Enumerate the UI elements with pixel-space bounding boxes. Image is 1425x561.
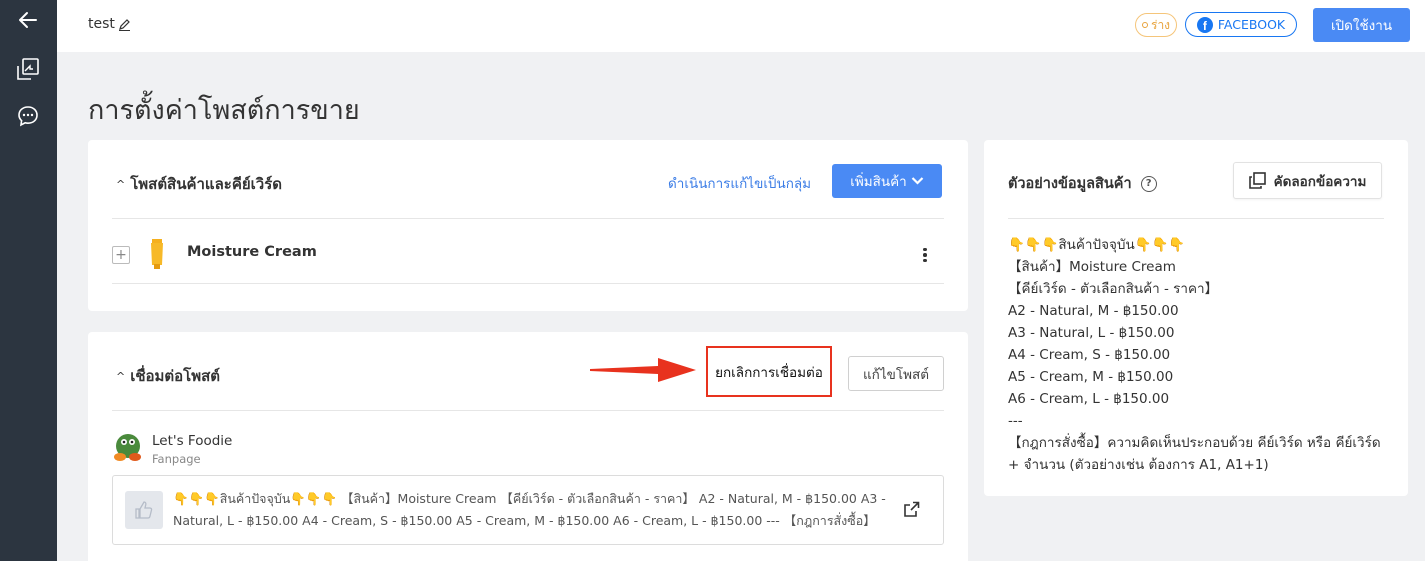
- chevron-down-icon: [911, 177, 924, 185]
- page-title: การตั้งค่าโพสต์การขาย: [88, 95, 360, 126]
- edit-post-button[interactable]: แก้ไขโพสต์: [848, 356, 944, 391]
- sidebar: [0, 0, 57, 561]
- sample-line: 【สินค้า】Moisture Cream: [1008, 259, 1176, 275]
- top-bar: test ร่าง f FACEBOOK เปิดใช้งาน: [57, 0, 1425, 52]
- sample-line: A4 - Cream, S - ฿150.00: [1008, 347, 1171, 363]
- post-text: 👇👇👇สินค้าปัจจุบัน👇👇👇 【สินค้า】Moisture Cr…: [173, 491, 886, 528]
- app-title[interactable]: test: [88, 16, 131, 32]
- product-thumbnail: [151, 239, 163, 269]
- enable-button[interactable]: เปิดใช้งาน: [1313, 8, 1410, 42]
- divider: [112, 218, 944, 219]
- facebook-button-label: FACEBOOK: [1217, 17, 1286, 32]
- sample-line: 👇👇👇สินค้าปัจจุบัน👇👇👇: [1008, 237, 1186, 253]
- unlink-button[interactable]: ยกเลิกการเชื่อมต่อ: [706, 346, 832, 397]
- page-type: Fanpage: [152, 452, 201, 466]
- app-title-text: test: [88, 16, 115, 32]
- products-section-title: โพสต์สินค้าและคีย์เวิร์ด: [130, 175, 283, 193]
- sample-section-header: ตัวอย่างข้อมูลสินค้า ?: [1008, 172, 1157, 195]
- more-options-icon[interactable]: [920, 245, 930, 265]
- copy-icon: [1248, 172, 1266, 189]
- pencil-icon[interactable]: [118, 18, 131, 31]
- divider: [112, 410, 944, 411]
- draft-badge-label: ร่าง: [1151, 17, 1171, 32]
- sample-line: A6 - Cream, L - ฿150.00: [1008, 391, 1170, 407]
- caret-up-icon: ^: [116, 369, 126, 383]
- sample-line: 【กฎการสั่งซื้อ】ความคิดเห็นประกอบด้วย คีย…: [1008, 435, 1381, 473]
- sample-line: ---: [1008, 413, 1023, 429]
- divider: [112, 283, 944, 284]
- expand-row-button[interactable]: +: [112, 246, 130, 264]
- bulk-edit-link[interactable]: ดำเนินการแก้ไขเป็นกลุ่ม: [668, 172, 811, 194]
- help-icon[interactable]: ?: [1140, 175, 1157, 192]
- linked-post-preview[interactable]: 👇👇👇สินค้าปัจจุบัน👇👇👇 【สินค้า】Moisture Cr…: [112, 475, 944, 545]
- products-keywords-card: ^ โพสต์สินค้าและคีย์เวิร์ด ดำเนินการแก้ไ…: [88, 140, 968, 311]
- sample-section-title: ตัวอย่างข้อมูลสินค้า: [1008, 176, 1132, 192]
- add-product-label: เพิ่มสินค้า: [850, 174, 907, 190]
- products-section-header[interactable]: ^ โพสต์สินค้าและคีย์เวิร์ด: [116, 172, 282, 196]
- chat-icon[interactable]: [14, 102, 42, 130]
- sample-line: A2 - Natural, M - ฿150.00: [1008, 303, 1179, 319]
- status-dot-icon: [1142, 22, 1148, 28]
- draft-status-badge: ร่าง: [1135, 13, 1178, 37]
- divider: [1008, 218, 1384, 219]
- link-section-header[interactable]: ^ เชื่อมต่อโพสต์: [116, 364, 220, 388]
- sample-line: A5 - Cream, M - ฿150.00: [1008, 369, 1174, 385]
- add-product-button[interactable]: เพิ่มสินค้า: [832, 164, 942, 198]
- link-post-card: ^ เชื่อมต่อโพสต์ ยกเลิกการเชื่อมต่อ แก้ไ…: [88, 332, 968, 561]
- caret-up-icon: ^: [116, 177, 126, 191]
- product-sample-card: ตัวอย่างข้อมูลสินค้า ? คัดลอกข้อความ 👇👇👇…: [984, 140, 1408, 496]
- sample-line: 【คีย์เวิร์ด - ตัวเลือกสินค้า - ราคา】: [1008, 281, 1219, 297]
- product-name: Moisture Cream: [187, 244, 317, 260]
- annotation-arrow-icon: [590, 358, 696, 382]
- page-avatar: [114, 434, 141, 461]
- facebook-logo-icon: f: [1196, 16, 1213, 33]
- page-name: Let's Foodie: [152, 433, 233, 449]
- external-link-icon[interactable]: [903, 501, 920, 518]
- link-section-title: เชื่อมต่อโพสต์: [130, 367, 221, 385]
- post-settings-icon[interactable]: [14, 55, 42, 83]
- copy-text-button[interactable]: คัดลอกข้อความ: [1233, 162, 1382, 199]
- post-thumbnail: [125, 491, 163, 529]
- facebook-button[interactable]: f FACEBOOK: [1185, 12, 1297, 37]
- back-arrow-icon[interactable]: [14, 6, 42, 34]
- thumbs-up-icon: [135, 501, 153, 519]
- copy-button-label: คัดลอกข้อความ: [1273, 173, 1367, 190]
- sample-text: 👇👇👇สินค้าปัจจุบัน👇👇👇 【สินค้า】Moisture Cr…: [1008, 234, 1388, 476]
- sample-line: A3 - Natural, L - ฿150.00: [1008, 325, 1175, 341]
